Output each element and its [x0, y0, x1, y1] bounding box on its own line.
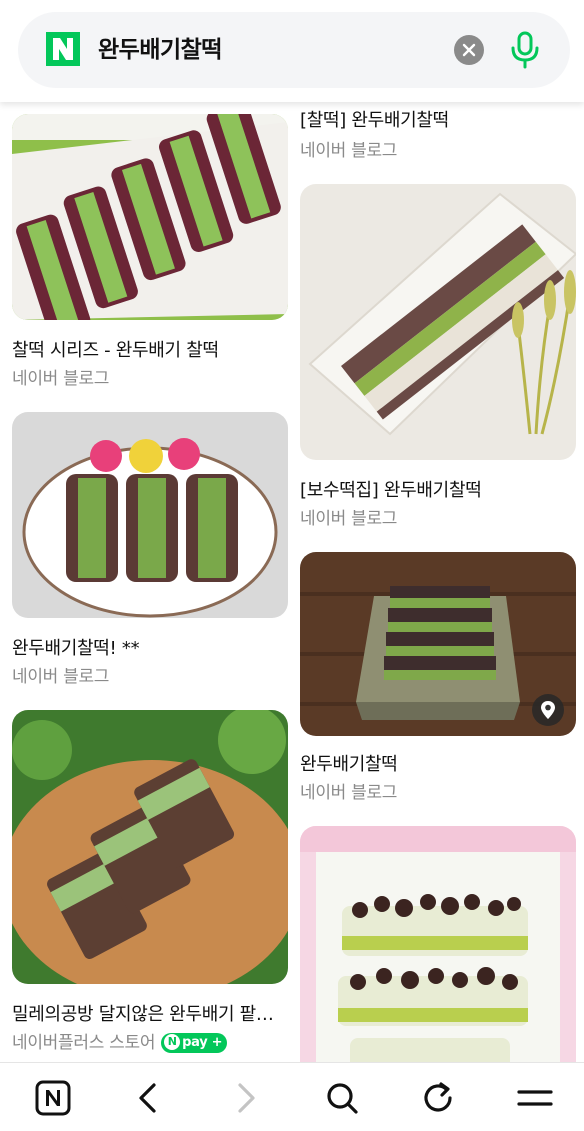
menu-icon[interactable] — [516, 1079, 554, 1117]
result-thumbnail[interactable] — [300, 552, 576, 736]
result-thumbnail[interactable] — [300, 184, 576, 460]
map-pin-icon — [541, 701, 555, 719]
result-source: 네이버 블로그 — [300, 141, 398, 161]
result-source: 네이버플러스 스토어 Npay + — [12, 1028, 228, 1053]
map-pin-button[interactable] — [532, 694, 564, 726]
clear-search-button[interactable] — [454, 35, 484, 65]
result-title[interactable]: 완두배기찰떡 — [300, 750, 576, 776]
result-title[interactable]: [찰떡] 완두배기찰떡 — [300, 106, 576, 132]
bottom-toolbar — [0, 1062, 584, 1131]
result-source-text: 네이버플러스 스토어 — [12, 1033, 156, 1053]
search-query-text[interactable]: 완두배기찰떡 — [98, 12, 222, 88]
home-n-icon[interactable] — [34, 1079, 72, 1117]
npay-plus-badge: Npay + — [161, 1033, 228, 1053]
refresh-icon[interactable] — [419, 1079, 457, 1117]
close-icon — [462, 43, 476, 57]
result-thumbnail[interactable] — [12, 412, 288, 618]
result-source: 네이버 블로그 — [300, 509, 398, 529]
naver-n-icon[interactable] — [46, 32, 80, 66]
result-title[interactable]: [보수떡집] 완두배기찰떡 — [300, 476, 576, 502]
image-results-grid: 찰떡 시리즈 - 완두배기 찰떡 네이버 블로그 완두배기찰떡! ** 네이버 … — [0, 102, 584, 1062]
result-card[interactable]: [보수떡집] 완두배기찰떡 네이버 블로그 — [300, 184, 576, 529]
search-icon[interactable] — [323, 1079, 361, 1117]
result-title[interactable]: 밀레의공방 달지않은 완두배기 팥찰떡 — [12, 1000, 288, 1026]
result-thumbnail[interactable] — [300, 826, 576, 1062]
back-icon[interactable] — [130, 1079, 168, 1117]
result-card[interactable]: 완두배기찰떡 네이버 블로그 — [300, 552, 576, 812]
forward-icon[interactable] — [226, 1079, 264, 1117]
result-card[interactable]: 완두배기찰떡! ** 네이버 블로그 — [12, 412, 288, 687]
search-bar[interactable]: 완두배기찰떡 — [18, 12, 570, 88]
result-card[interactable]: [찰떡] 완두배기찰떡 네이버 블로그 — [300, 106, 576, 162]
result-title[interactable]: 찰떡 시리즈 - 완두배기 찰떡 — [12, 336, 288, 362]
result-source: 네이버 블로그 — [12, 369, 110, 389]
result-card[interactable]: 밀레의공방 달지않은 완두배기 팥찰떡 네이버플러스 스토어 Npay + — [12, 710, 288, 1053]
search-header: 완두배기찰떡 — [0, 0, 584, 102]
microphone-icon[interactable] — [508, 30, 542, 70]
result-thumbnail[interactable] — [12, 710, 288, 984]
result-source: 네이버 블로그 — [300, 783, 398, 803]
result-thumbnail[interactable] — [12, 114, 288, 320]
result-source: 네이버 블로그 — [12, 667, 110, 687]
result-card[interactable] — [300, 826, 576, 1062]
result-card[interactable]: 찰떡 시리즈 - 완두배기 찰떡 네이버 블로그 — [12, 114, 288, 389]
result-title[interactable]: 완두배기찰떡! ** — [12, 634, 288, 660]
